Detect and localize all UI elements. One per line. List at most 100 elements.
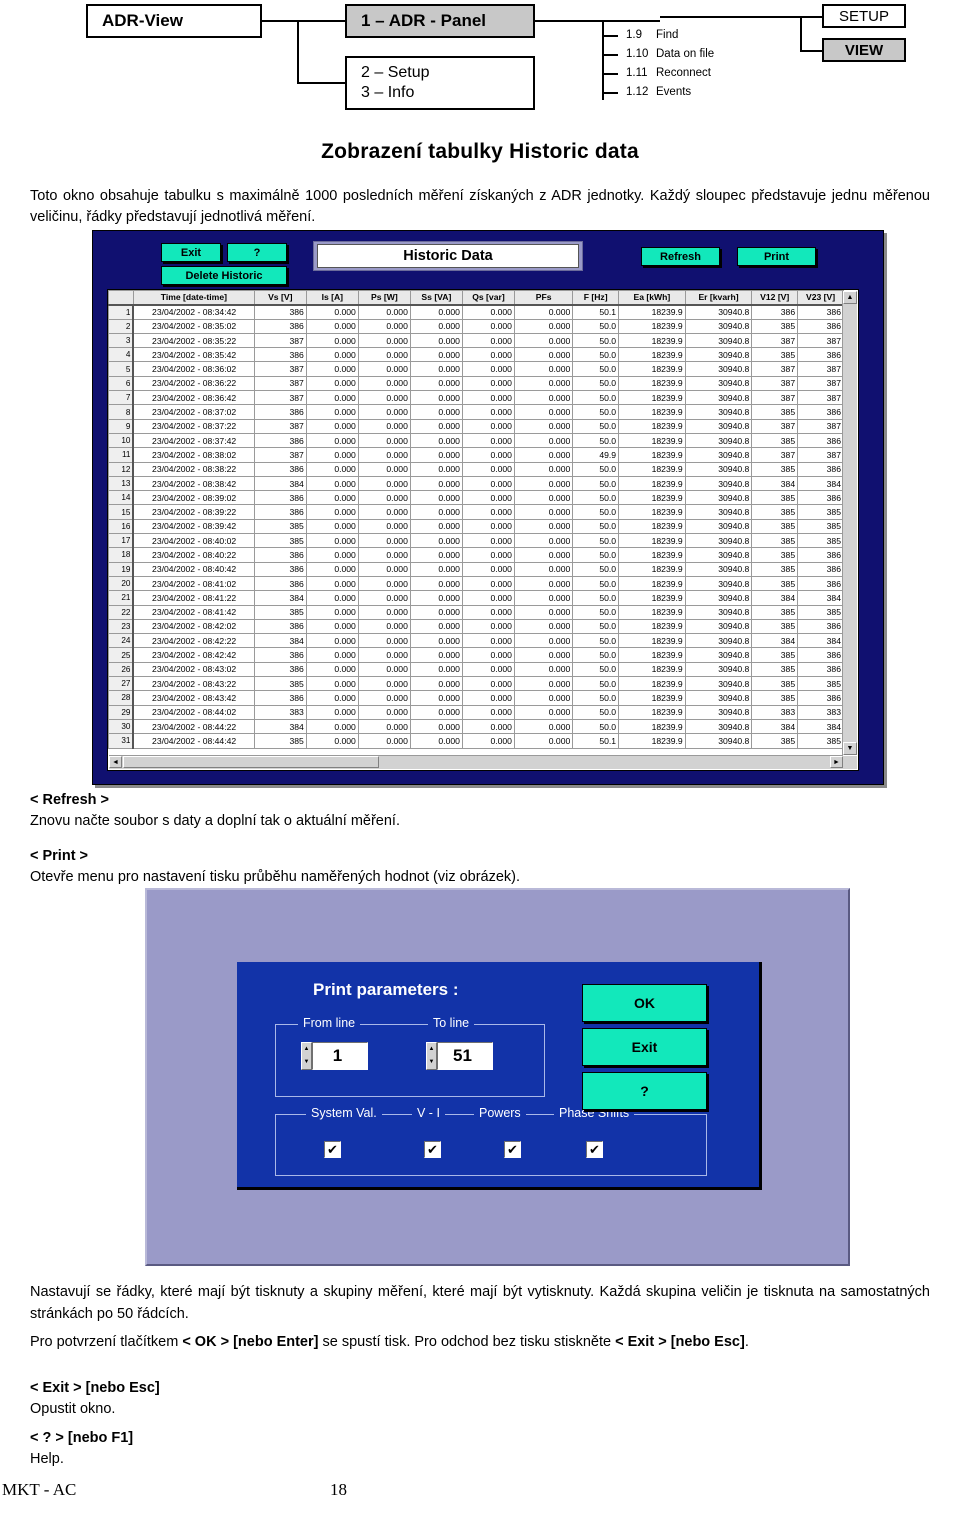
table-row[interactable]: 11 23/04/2002 - 08:38:02 387 0.000 0.000 0.00…: [108, 447, 844, 463]
column-header-er-kvarh[interactable]: Er [kvarh]: [684, 290, 753, 306]
table-row[interactable]: 15 23/04/2002 - 08:39:22 386 0.000 0.000 0.00…: [108, 504, 844, 520]
column-header-v12-v[interactable]: V12 [V]: [751, 290, 799, 306]
table-row[interactable]: 13 23/04/2002 - 08:38:42 384 0.000 0.000 0.00…: [108, 475, 844, 492]
table-row[interactable]: 12 23/04/2002 - 08:38:22 386 0.000 0.000 0.00…: [108, 461, 844, 477]
table-row[interactable]: 28 23/04/2002 - 08:43:42 386 0.000 0.000 0.00…: [108, 690, 844, 706]
table-row[interactable]: 16 23/04/2002 - 08:39:42 385 0.000 0.000 0.00…: [108, 518, 844, 535]
checkbox-system-val[interactable]: ✔: [324, 1141, 341, 1158]
table-cell: 50.0: [572, 404, 620, 420]
dialog-ok-button[interactable]: OK: [582, 984, 707, 1022]
table-cell: 0.000: [357, 704, 411, 720]
table-cell: 0.000: [513, 304, 574, 320]
table-row[interactable]: 6 23/04/2002 - 08:36:22 387 0.000 0.000 0.000…: [108, 375, 844, 392]
scroll-thumb[interactable]: [123, 756, 379, 768]
table-cell: 0.000: [357, 633, 411, 649]
table-row[interactable]: 5 23/04/2002 - 08:36:02 387 0.000 0.000 0.000…: [108, 361, 844, 377]
row-index: 18: [108, 547, 135, 563]
table-row[interactable]: 14 23/04/2002 - 08:39:02 386 0.000 0.000 0.00…: [108, 490, 844, 506]
table-row[interactable]: 20 23/04/2002 - 08:41:02 386 0.000 0.000 0.00…: [108, 575, 844, 592]
column-header-qs-var[interactable]: Qs [var]: [461, 290, 515, 306]
scroll-down-arrow[interactable]: ▼: [843, 742, 857, 755]
table-cell: 0.000: [461, 318, 515, 334]
from-line-stepper[interactable]: ▲ ▼ 1: [301, 1042, 368, 1070]
delete-historic-button[interactable]: Delete Historic: [161, 266, 287, 285]
table-row[interactable]: 27 23/04/2002 - 08:43:22 385 0.000 0.000 0.00…: [108, 676, 844, 692]
horizontal-scrollbar[interactable]: ◄ ►: [109, 755, 843, 769]
column-header-index[interactable]: [108, 290, 134, 306]
checkbox-v-i[interactable]: ✔: [424, 1141, 441, 1158]
exit-button[interactable]: Exit: [161, 243, 221, 262]
to-line-spin-arrows[interactable]: ▲ ▼: [426, 1042, 437, 1070]
table-cell: 23/04/2002 - 08:43:02: [132, 661, 255, 678]
table-cell: 18239.9: [618, 604, 686, 620]
column-header-ps-w[interactable]: Ps [W]: [357, 290, 411, 306]
column-header-pfs[interactable]: PFs: [513, 290, 574, 306]
table-row[interactable]: 8 23/04/2002 - 08:37:02 386 0.000 0.000 0.000…: [108, 404, 844, 420]
table-row[interactable]: 26 23/04/2002 - 08:43:02 386 0.000 0.000 0.00…: [108, 661, 844, 678]
table-row[interactable]: 4 23/04/2002 - 08:35:42 386 0.000 0.000 0.000…: [108, 347, 844, 363]
table-row[interactable]: 29 23/04/2002 - 08:44:02 383 0.000 0.000 0.00…: [108, 704, 844, 720]
to-line-stepper[interactable]: ▲ ▼ 51: [426, 1042, 493, 1070]
column-header-ss-va[interactable]: Ss [VA]: [409, 290, 463, 306]
section-print-title: < Print >: [30, 848, 89, 864]
dialog-help-button[interactable]: ?: [582, 1072, 707, 1110]
table-cell: 50.0: [572, 490, 620, 506]
table-row[interactable]: 22 23/04/2002 - 08:41:42 385 0.000 0.000 0.00…: [108, 604, 844, 620]
print-button[interactable]: Print: [737, 247, 816, 266]
from-line-input[interactable]: 1: [312, 1042, 368, 1070]
from-line-spin-arrows[interactable]: ▲ ▼: [301, 1042, 312, 1070]
table-cell: 387: [751, 447, 799, 463]
group-checkbox-row: ✔ ✔ ✔ ✔: [276, 1141, 706, 1161]
refresh-button[interactable]: Refresh: [641, 247, 720, 266]
table-cell: 386: [253, 347, 307, 363]
vertical-scrollbar[interactable]: ▲ ▼: [842, 291, 857, 755]
table-cell: 0.000: [409, 375, 463, 392]
table-row[interactable]: 10 23/04/2002 - 08:37:42 386 0.000 0.000 0.00…: [108, 432, 844, 449]
table-cell: 0.000: [513, 633, 574, 649]
table-row[interactable]: 30 23/04/2002 - 08:44:22 384 0.000 0.000 0.00…: [108, 718, 844, 735]
table-cell: 0.000: [357, 318, 411, 334]
table-cell: 0.000: [461, 690, 515, 706]
table-cell: 384: [797, 590, 844, 606]
scroll-left-arrow[interactable]: ◄: [109, 756, 122, 768]
historic-data-grid[interactable]: Time [date-time] Vs [V] Is [A] Ps [W] Ss [VA…: [107, 289, 859, 771]
table-cell: 50.0: [572, 647, 620, 663]
to-line-input[interactable]: 51: [437, 1042, 493, 1070]
table-row[interactable]: 2 23/04/2002 - 08:35:02 386 0.000 0.000 0.000…: [108, 318, 844, 334]
table-row[interactable]: 24 23/04/2002 - 08:42:22 384 0.000 0.000 0.00…: [108, 633, 844, 649]
table-cell: 0.000: [513, 647, 574, 663]
checkbox-phase-shifts[interactable]: ✔: [586, 1141, 603, 1158]
table-row[interactable]: 3 23/04/2002 - 08:35:22 387 0.000 0.000 0.000…: [108, 332, 844, 349]
table-row[interactable]: 9 23/04/2002 - 08:37:22 387 0.000 0.000 0.000…: [108, 418, 844, 434]
table-row[interactable]: 1 23/04/2002 - 08:34:42 386 0.000 0.000 0.000…: [108, 304, 844, 320]
table-cell: 50.0: [572, 518, 620, 535]
table-row[interactable]: 21 23/04/2002 - 08:41:22 384 0.000 0.000 0.00…: [108, 590, 844, 606]
table-cell: 0.000: [513, 332, 574, 349]
table-cell: 385: [797, 676, 844, 692]
scroll-right-arrow[interactable]: ►: [830, 756, 843, 768]
table-row[interactable]: 19 23/04/2002 - 08:40:42 386 0.000 0.000 0.00…: [108, 561, 844, 577]
column-header-time-date-time[interactable]: Time [date-time]: [132, 290, 255, 306]
table-row[interactable]: 31 23/04/2002 - 08:44:42 385 0.000 0.000 0.00…: [108, 733, 844, 749]
table-row[interactable]: 25 23/04/2002 - 08:42:42 386 0.000 0.000 0.00…: [108, 647, 844, 663]
column-header-is-a[interactable]: Is [A]: [305, 290, 359, 306]
table-row[interactable]: 23 23/04/2002 - 08:42:02 386 0.000 0.000 0.00…: [108, 618, 844, 635]
table-cell: 23/04/2002 - 08:43:22: [132, 676, 255, 692]
dialog-exit-button[interactable]: Exit: [582, 1028, 707, 1066]
column-header-f-hz[interactable]: F [Hz]: [572, 290, 620, 306]
help-button[interactable]: ?: [227, 243, 287, 262]
table-cell: 385: [751, 618, 799, 635]
checkbox-powers[interactable]: ✔: [504, 1141, 521, 1158]
table-cell: 0.000: [513, 461, 574, 477]
table-cell: 387: [253, 390, 307, 406]
table-row[interactable]: 18 23/04/2002 - 08:40:22 386 0.000 0.000 0.00…: [108, 547, 844, 563]
table-row[interactable]: 7 23/04/2002 - 08:36:42 387 0.000 0.000 0.000…: [108, 390, 844, 406]
column-header-v23-v[interactable]: V23 [V]: [797, 290, 844, 306]
column-header-ea-kwh[interactable]: Ea [kWh]: [618, 290, 686, 306]
scroll-up-arrow[interactable]: ▲: [843, 291, 857, 304]
column-header-vs-v[interactable]: Vs [V]: [253, 290, 307, 306]
table-cell: 0.000: [461, 676, 515, 692]
table-row[interactable]: 17 23/04/2002 - 08:40:02 385 0.000 0.000 0.00…: [108, 533, 844, 549]
table-cell: 386: [797, 561, 844, 577]
table-cell: 0.000: [513, 733, 574, 749]
